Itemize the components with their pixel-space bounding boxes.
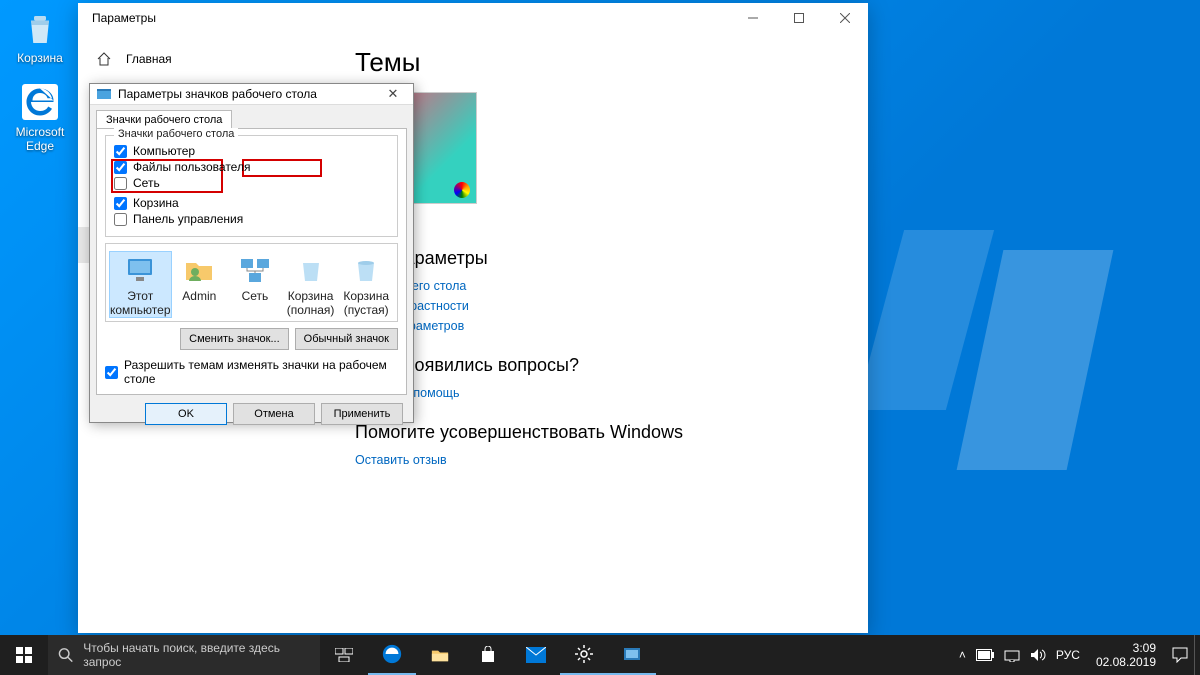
recycle-bin-empty-icon [349,252,383,286]
nav-home[interactable]: Главная [78,41,333,77]
recycle-bin-icon [20,8,60,48]
battery-icon[interactable] [976,649,994,661]
icon-item-admin[interactable]: Admin [173,252,227,317]
recycle-bin-full-icon [294,252,328,286]
user-folder-icon [182,252,216,286]
allow-themes-checkbox[interactable]: Разрешить темам изменять значки на рабоч… [105,358,398,386]
settings-titlebar[interactable]: Параметры [78,3,868,33]
windows-logo-icon [16,647,32,663]
wallpaper-light [880,230,1140,490]
desktop-icon-recycle-bin[interactable]: Корзина [5,8,75,65]
search-icon [58,647,73,663]
close-button[interactable] [822,3,868,33]
related-heading: щие параметры [355,248,846,269]
group-desktop-icons: Значки рабочего стола Компьютер Файлы по… [105,135,398,237]
desktop-icon-label: Корзина [5,51,75,65]
task-view-button[interactable] [320,635,368,675]
dialog-close-button[interactable]: ✕ [379,84,407,104]
taskbar: Чтобы начать поиск, введите здесь запрос… [0,635,1200,675]
monitor-icon [123,252,157,286]
taskbar-app-explorer[interactable] [416,635,464,675]
start-button[interactable] [0,635,48,675]
tray-date: 02.08.2019 [1096,655,1156,669]
dialog-icon [96,86,112,102]
desktop-icon-edge[interactable]: Microsoft Edge [5,82,75,153]
dialog-body: Значки рабочего стола Компьютер Файлы по… [96,128,407,395]
checkbox-recycle-bin[interactable]: Корзина [114,196,252,210]
taskbar-search[interactable]: Чтобы начать поиск, введите здесь запрос [48,635,320,675]
desktop-icon-label: Microsoft Edge [5,125,75,153]
taskbar-app-mail[interactable] [512,635,560,675]
show-desktop-button[interactable] [1194,635,1200,675]
link-high-contrast[interactable]: окой контрастности [355,299,846,313]
tray-clock[interactable]: 3:09 02.08.2019 [1090,641,1162,670]
link-sync-settings[interactable]: ваших параметров [355,319,846,333]
default-icon-button[interactable]: Обычный значок [295,328,398,350]
home-icon [96,51,112,67]
icon-item-this-pc[interactable]: Этот компьютер [110,252,171,317]
taskbar-app-generic[interactable] [608,635,656,675]
link-desktop-icons[interactable]: ков рабочего стола [355,279,846,293]
icon-item-network[interactable]: Сеть [228,252,282,317]
dialog-footer: OK Отмена Применить [90,395,413,433]
ok-button[interactable]: OK [145,403,227,425]
nav-home-label: Главная [126,52,172,66]
page-title: Темы [355,47,846,78]
checkbox-control-panel[interactable]: Панель управления [114,212,252,226]
tray-chevron-up-icon[interactable]: ˄ [959,648,966,662]
icon-preview-grid: Этот компьютер Admin Сеть Корзина (полна… [105,243,398,322]
improve-heading: Помогите усовершенствовать Windows [355,422,846,443]
icon-item-bin-empty[interactable]: Корзина (пустая) [339,252,393,317]
settings-title-text: Параметры [92,11,156,25]
edge-icon [20,82,60,122]
tray-time: 3:09 [1096,641,1156,655]
change-icon-button[interactable]: Сменить значок... [180,328,289,350]
checkbox-network[interactable]: Сеть [114,176,252,190]
checkbox-user-files[interactable]: Файлы пользователя [114,160,252,174]
sound-label: вуки [355,212,846,226]
maximize-button[interactable] [776,3,822,33]
apply-button[interactable]: Применить [321,403,403,425]
tab-desktop-icons[interactable]: Значки рабочего стола [96,110,232,129]
taskbar-app-store[interactable] [464,635,512,675]
action-center-icon[interactable] [1172,647,1188,663]
link-get-help[interactable]: Получить помощь [355,386,846,400]
questions-heading: У вас появились вопросы? [355,355,846,376]
group-legend: Значки рабочего стола [114,128,238,140]
network-icon[interactable] [1004,648,1020,662]
taskbar-app-settings[interactable] [560,635,608,675]
minimize-button[interactable] [730,3,776,33]
dialog-title-text: Параметры значков рабочего стола [118,87,317,101]
volume-icon[interactable] [1030,648,1046,662]
checkbox-computer[interactable]: Компьютер [114,144,252,158]
icon-item-bin-full[interactable]: Корзина (полная) [284,252,338,317]
network-icon [238,252,272,286]
cancel-button[interactable]: Отмена [233,403,315,425]
tray-language[interactable]: РУС [1056,648,1080,662]
system-tray[interactable]: ˄ РУС 3:09 02.08.2019 [959,641,1194,670]
link-feedback[interactable]: Оставить отзыв [355,453,846,467]
dialog-tabs: Значки рабочего стола [90,105,413,128]
taskbar-app-edge[interactable] [368,635,416,675]
dialog-titlebar[interactable]: Параметры значков рабочего стола ✕ [90,84,413,105]
search-placeholder: Чтобы начать поиск, введите здесь запрос [83,641,310,669]
desktop-icon-settings-dialog: Параметры значков рабочего стола ✕ Значк… [89,83,414,423]
